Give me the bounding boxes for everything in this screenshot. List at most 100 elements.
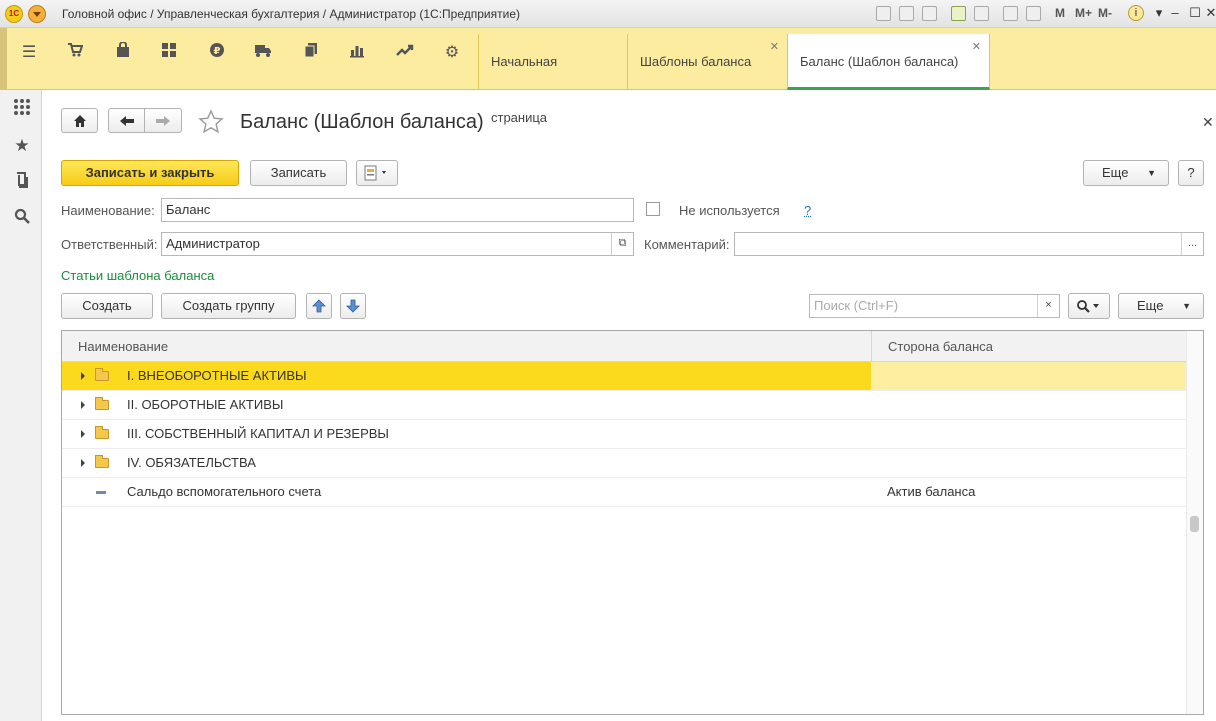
save-file-icon[interactable]: [876, 6, 891, 21]
preview-icon[interactable]: [922, 6, 937, 21]
folder-icon: [95, 426, 109, 439]
sections-panel: ☰ ₽ ⚙ Начальная страница Шаблоны баланса…: [0, 28, 1216, 125]
tab-balance-templates[interactable]: Шаблоны баланса ✕: [627, 34, 787, 90]
scrollbar-thumb[interactable]: [1190, 516, 1199, 532]
arrow-down-icon: [346, 299, 360, 313]
clear-search-icon[interactable]: ×: [1037, 295, 1059, 317]
not-used-checkbox[interactable]: [646, 202, 660, 216]
responsible-value: Администратор: [166, 236, 260, 251]
column-header-name[interactable]: Наименование: [62, 331, 871, 362]
name-cell: III. СОБСТВЕННЫЙ КАПИТАЛ И РЕЗЕРВЫ: [62, 420, 871, 448]
side-cell: [871, 420, 1187, 448]
close-window-button[interactable]: ✕: [1202, 4, 1216, 22]
table-row[interactable]: II. ОБОРОТНЫЕ АКТИВЫ: [62, 391, 1187, 420]
history-icon[interactable]: [11, 171, 33, 193]
memory-m-plus-button[interactable]: M+: [1075, 6, 1092, 20]
name-cell: IV. ОБЯЗАТЕЛЬСТВА: [62, 449, 871, 477]
forward-button[interactable]: [145, 108, 182, 133]
create-button[interactable]: Создать: [61, 293, 153, 319]
expand-icon[interactable]: [81, 459, 85, 467]
name-cell: I. ВНЕОБОРОТНЫЕ АКТИВЫ: [62, 362, 871, 390]
close-form-icon[interactable]: ✕: [1202, 114, 1214, 131]
search-input[interactable]: Поиск (Ctrl+F) ×: [809, 294, 1060, 318]
expand-icon[interactable]: [81, 401, 85, 409]
side-cell: [871, 449, 1187, 477]
ruble-icon[interactable]: ₽: [206, 42, 228, 64]
folder-icon: [95, 455, 109, 468]
table-scrollbar[interactable]: [1186, 331, 1203, 714]
table-row[interactable]: Сальдо вспомогательного счета Актив бала…: [62, 478, 1187, 507]
move-down-button[interactable]: [340, 293, 366, 319]
cart-icon[interactable]: [64, 42, 86, 64]
responsible-label: Ответственный:: [61, 237, 158, 252]
menu-icon[interactable]: ☰: [18, 42, 40, 64]
arrow-left-icon: [119, 116, 134, 126]
calculator-icon[interactable]: [1003, 6, 1018, 21]
tab-balance-template-form[interactable]: Баланс (Шаблон баланса) ✕: [787, 34, 990, 90]
home-button[interactable]: [61, 108, 98, 133]
tab-home-page[interactable]: Начальная страница: [478, 34, 627, 125]
favorite-star-icon[interactable]: [198, 109, 224, 135]
open-link-icon[interactable]: ⧉: [611, 233, 633, 255]
folder-icon: [95, 397, 109, 410]
create-group-button[interactable]: Создать группу: [161, 293, 296, 319]
balance-items-table[interactable]: Наименование Сторона баланса I. ВНЕОБОРО…: [61, 330, 1204, 715]
favorites-icon[interactable]: [951, 6, 966, 21]
move-up-button[interactable]: [306, 293, 332, 319]
calendar-icon[interactable]: [1026, 6, 1041, 21]
trend-icon[interactable]: [394, 42, 416, 64]
back-button[interactable]: [108, 108, 145, 133]
side-cell: [871, 362, 1187, 390]
ellipsis-icon[interactable]: ...: [1181, 233, 1203, 255]
print-icon[interactable]: [899, 6, 914, 21]
table-row[interactable]: III. СОБСТВЕННЫЙ КАПИТАЛ И РЕЗЕРВЫ: [62, 420, 1187, 449]
gear-icon[interactable]: ⚙: [441, 42, 463, 64]
search-icon[interactable]: [11, 208, 33, 230]
responsible-field[interactable]: Администратор ⧉: [161, 232, 634, 256]
reports-dropdown-button[interactable]: [356, 160, 398, 186]
left-tool-panel: ★: [0, 90, 42, 721]
arrow-right-icon: [156, 116, 170, 126]
grid-icon[interactable]: [158, 42, 180, 64]
star-icon[interactable]: ★: [11, 135, 33, 157]
info-icon[interactable]: i: [1128, 5, 1144, 21]
expand-icon[interactable]: [81, 430, 85, 438]
column-header-side[interactable]: Сторона баланса: [871, 331, 1187, 362]
comment-field[interactable]: ...: [734, 232, 1204, 256]
name-input[interactable]: Баланс: [161, 198, 634, 222]
expand-icon[interactable]: [81, 372, 85, 380]
bag-icon[interactable]: [112, 41, 134, 64]
items-section-label: Статьи шаблона баланса: [61, 268, 215, 283]
table-row[interactable]: IV. ОБЯЗАТЕЛЬСТВА: [62, 449, 1187, 478]
svg-text:₽: ₽: [214, 46, 221, 57]
save-and-close-button[interactable]: Записать и закрыть: [61, 160, 239, 186]
truck-icon[interactable]: [252, 42, 274, 64]
name-cell: II. ОБОРОТНЫЕ АКТИВЫ: [62, 391, 871, 419]
memory-m-minus-button[interactable]: M-: [1098, 6, 1112, 20]
main-menu-button[interactable]: [28, 5, 46, 23]
table-row[interactable]: I. ВНЕОБОРОТНЫЕ АКТИВЫ: [62, 362, 1187, 391]
row-name: Сальдо вспомогательного счета: [127, 484, 322, 499]
save-button[interactable]: Записать: [250, 160, 347, 186]
comment-label: Комментарий:: [644, 237, 730, 252]
bar-chart-icon[interactable]: [346, 42, 368, 64]
row-name: II. ОБОРОТНЫЕ АКТИВЫ: [127, 397, 284, 412]
side-cell: [871, 391, 1187, 419]
documents-icon[interactable]: [300, 42, 322, 64]
row-name: I. ВНЕОБОРОТНЫЕ АКТИВЫ: [127, 368, 307, 383]
memory-m-button[interactable]: M: [1055, 6, 1065, 20]
apps-grid-icon[interactable]: [11, 98, 33, 120]
close-tab-icon[interactable]: ✕: [972, 42, 981, 53]
search-icon: [1077, 300, 1099, 313]
table-header: Наименование Сторона баланса: [62, 331, 1187, 362]
side-cell: Актив баланса: [887, 484, 976, 499]
help-button[interactable]: ?: [1178, 160, 1204, 186]
app-logo-icon[interactable]: 1С: [5, 5, 23, 23]
table-more-button[interactable]: Еще ▼: [1118, 293, 1204, 319]
search-options-button[interactable]: [1068, 293, 1110, 319]
help-link[interactable]: ?: [804, 203, 811, 218]
close-tab-icon[interactable]: ✕: [770, 42, 779, 53]
history-icon[interactable]: [974, 6, 989, 21]
more-button[interactable]: Еще ▼: [1083, 160, 1169, 186]
minimize-button[interactable]: –: [1166, 4, 1184, 22]
